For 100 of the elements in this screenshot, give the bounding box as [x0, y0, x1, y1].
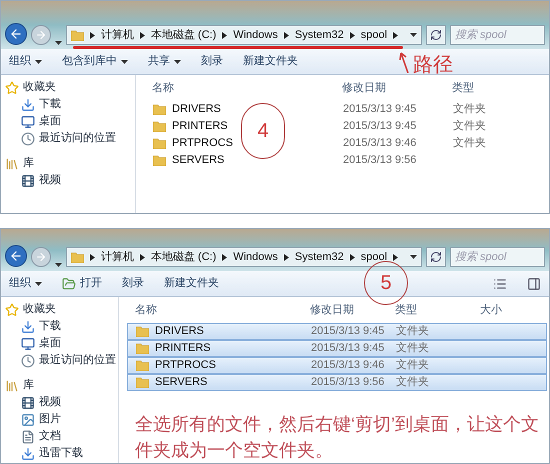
caret-icon	[410, 255, 418, 259]
refresh-button[interactable]	[426, 25, 446, 45]
toolbar-button[interactable]: 共享	[148, 53, 181, 70]
clock-icon	[21, 132, 35, 146]
chevron-right-icon	[393, 254, 398, 260]
download-icon	[21, 98, 35, 112]
folder-icon	[136, 343, 149, 354]
search-field[interactable]: 搜索 spool	[450, 25, 545, 45]
search-field[interactable]: 搜索 spool	[450, 247, 545, 267]
library-icon	[5, 378, 19, 392]
file-type: 文件夹	[395, 358, 429, 374]
folder-icon	[153, 121, 166, 132]
column-header[interactable]: 类型	[444, 80, 549, 96]
address-bar[interactable]: 计算机 本地磁盘 (C:) Windows System32 spool	[66, 25, 422, 45]
monitor-icon	[21, 114, 35, 128]
toolbar-button[interactable]: 包含到库中	[62, 53, 128, 70]
picture-icon	[21, 412, 35, 426]
file-name: PRINTERS	[155, 341, 211, 356]
instruction-note: 全选所有的文件，然后右键‘剪切’到桌面，让这个文件夹成为一个空文件夹。	[135, 413, 540, 462]
path-segment[interactable]: Windows	[233, 248, 278, 266]
nav-item[interactable]: 下載	[5, 96, 135, 113]
path-segment[interactable]: 计算机	[100, 26, 134, 44]
file-type: 文件夹	[452, 102, 486, 118]
file-name[interactable]: PRINTERS	[172, 118, 228, 135]
caret-icon	[54, 263, 62, 267]
file-name: PRTPROCS	[155, 358, 216, 374]
file-name[interactable]: DRIVERS	[172, 101, 221, 118]
modified-date: 2015/3/13 9:46	[310, 358, 386, 374]
file-row[interactable]: DRIVERS 2015/3/13 9:45 文件夹	[127, 323, 547, 340]
chevron-right-icon	[222, 32, 228, 38]
nav-item[interactable]: 最近访问的位置	[5, 352, 118, 369]
folder-icon	[153, 155, 166, 166]
path-segment[interactable]: spool	[360, 26, 388, 44]
modified-date: 2015/3/13 9:45	[342, 119, 418, 134]
forward-arrow-icon	[34, 29, 47, 41]
star-icon	[5, 80, 19, 94]
nav-item[interactable]: 视频	[5, 172, 135, 189]
preview-pane-icon[interactable]	[527, 276, 541, 290]
folder-icon	[153, 104, 166, 115]
toolbar-button[interactable]: 组织	[9, 53, 42, 70]
path-segment[interactable]: 本地磁盘 (C:)	[150, 26, 216, 44]
nav-group[interactable]: 收藏夹	[5, 79, 135, 96]
file-row[interactable]: PRTPROCS 2015/3/13 9:46 文件夹	[127, 357, 547, 374]
nav-group[interactable]: 库	[5, 155, 135, 172]
nav-group[interactable]: 库	[5, 377, 118, 394]
toolbar-button[interactable]: 组织	[9, 275, 42, 292]
path-segment[interactable]: 本地磁盘 (C:)	[150, 248, 216, 266]
back-button[interactable]	[5, 245, 27, 267]
column-header[interactable]: 大小	[472, 302, 550, 318]
step-number: 5	[364, 261, 408, 305]
nav-item[interactable]: 图片	[5, 411, 118, 428]
library-icon	[5, 156, 19, 170]
download-icon	[21, 320, 35, 334]
nav-item[interactable]: 桌面	[5, 335, 118, 352]
toolbar-button[interactable]: 新建文件夹	[164, 275, 219, 292]
file-type: 文件夹	[395, 324, 429, 340]
nav-item[interactable]: 桌面	[5, 113, 135, 130]
caret-icon	[54, 41, 62, 45]
file-type: 文件夹	[395, 374, 429, 390]
path-segment[interactable]: System32	[294, 248, 344, 266]
path-segment[interactable]: Windows	[233, 26, 278, 44]
toolbar-button[interactable]: 新建文件夹	[243, 53, 298, 70]
file-type: 文件夹	[452, 136, 486, 152]
path-segment[interactable]: 计算机	[100, 248, 134, 266]
chevron-right-icon	[393, 32, 398, 38]
refresh-icon	[430, 251, 442, 263]
column-header[interactable]: 修改日期	[334, 80, 444, 96]
nav-item[interactable]: 视频	[5, 394, 118, 411]
path-segment[interactable]: System32	[294, 26, 344, 44]
file-name: SERVERS	[155, 375, 208, 390]
refresh-button[interactable]	[426, 247, 446, 267]
nav-item[interactable]: 迅雷下载	[5, 445, 118, 462]
nav-item[interactable]: 最近访问的位置	[5, 130, 135, 147]
caret-icon	[121, 60, 128, 64]
toolbar-button[interactable]: 刻录	[201, 53, 223, 70]
column-header[interactable]: 名称	[127, 302, 302, 318]
nav-group[interactable]: 收藏夹	[5, 301, 118, 318]
back-button[interactable]	[5, 23, 27, 45]
nav-item[interactable]: 下载	[5, 318, 118, 335]
clock-icon	[21, 354, 35, 368]
column-header[interactable]: 名称	[144, 80, 334, 96]
file-name[interactable]: SERVERS	[172, 152, 224, 169]
file-row[interactable]: SERVERS 2015/3/13 9:56 文件夹	[127, 374, 547, 391]
toolbar-button[interactable]: 刻录	[122, 275, 144, 292]
chevron-right-icon	[140, 254, 145, 260]
file-name: DRIVERS	[155, 324, 204, 340]
view-options-icon[interactable]	[493, 276, 507, 290]
address-bar[interactable]: 计算机 本地磁盘 (C:) Windows System32 spool	[66, 247, 422, 267]
folder-icon	[136, 377, 149, 388]
chevron-right-icon	[90, 254, 95, 260]
file-row[interactable]: PRINTERS 2015/3/13 9:45 文件夹	[127, 340, 547, 357]
file-name[interactable]: PRTPROCS	[172, 135, 233, 152]
caret-icon	[410, 33, 418, 37]
modified-date: 2015/3/13 9:56	[342, 153, 418, 168]
folder-icon	[136, 326, 149, 337]
film-icon	[21, 174, 35, 188]
forward-arrow-icon	[34, 251, 47, 263]
folder-icon	[153, 138, 166, 149]
nav-item[interactable]: 文档	[5, 428, 118, 445]
toolbar-button[interactable]: 打开	[62, 275, 102, 292]
